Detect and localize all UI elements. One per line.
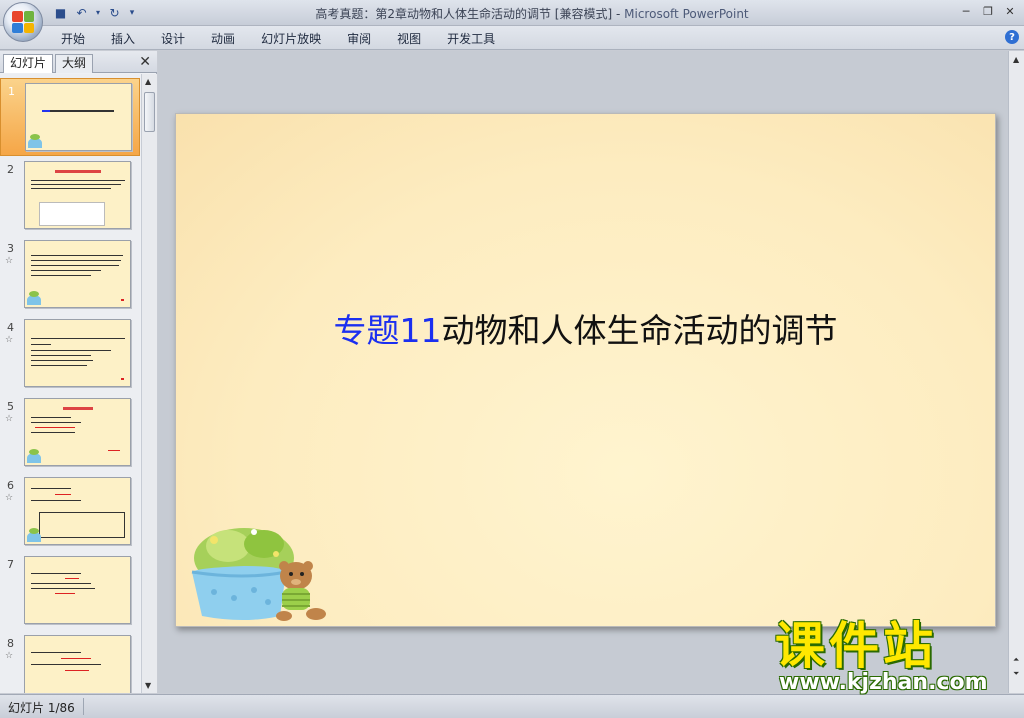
thumbnails-scrollbar[interactable]: ▲ ▼ [141,74,157,693]
slide-thumb-7[interactable]: 7 [0,552,140,630]
slide-number: 3 [7,242,14,255]
slide-number: 6 [7,479,14,492]
editor-scrollbar[interactable]: ▲ ⏶ ⏷ [1008,51,1024,693]
slides-pane: 幻灯片 大纲 ✕ 1 2 3 ☆ 4 ☆ 5 ☆ 6 ☆ 7 8 ☆ ▲ ▼ [0,51,157,693]
ribbon: 开始 插入 设计 动画 幻灯片放映 审阅 视图 开发工具 ? [0,26,1024,50]
watermark-logo-text: 课件站 [775,617,937,675]
tab-home[interactable]: 开始 [48,30,98,48]
slide-thumb-4[interactable]: 4 ☆ [0,315,140,393]
slide-thumb-image [24,319,131,387]
close-icon[interactable]: ✕ [1000,3,1020,19]
slide-thumb-6[interactable]: 6 ☆ [0,473,140,551]
animation-star-icon: ☆ [5,651,14,661]
slide-thumb-5[interactable]: 5 ☆ [0,394,140,472]
flowerpot-bear-illustration [191,528,326,621]
slide-thumb-image [25,83,132,151]
slide-number: 4 [7,321,14,334]
slide-thumb-image [24,635,131,693]
slide-thumb-1[interactable]: 1 [0,78,140,156]
title-bar: ■ ↶ ▾ ↻ ▾ 高考真题：第2章动物和人体生命活动的调节 [兼容模式] - … [0,0,1024,42]
tab-design[interactable]: 设计 [148,30,198,48]
office-logo-icon [12,11,34,33]
tab-review[interactable]: 审阅 [334,30,384,48]
title-separator: - [612,7,625,21]
minimize-icon[interactable]: ─ [956,3,976,19]
help-icon[interactable]: ? [1005,30,1019,44]
powerpoint-window: ■ ↶ ▾ ↻ ▾ 高考真题：第2章动物和人体生命活动的调节 [兼容模式] - … [0,0,1024,718]
next-slide-icon[interactable]: ⏷ [1013,669,1019,679]
pane-tabs: 幻灯片 大纲 ✕ [0,51,157,73]
slide-title-prefix: 专题11 [333,311,442,350]
scroll-down-icon[interactable]: ▼ [145,681,151,690]
slide-number: 8 [7,637,14,650]
slide-thumb-image [24,556,131,624]
close-pane-icon[interactable]: ✕ [139,54,151,70]
animation-star-icon: ☆ [5,335,14,345]
slide-counter: 幻灯片 1/86 [8,701,75,715]
slide-thumb-8[interactable]: 8 ☆ [0,631,140,693]
slide-number: 5 [7,400,14,413]
slide-title[interactable]: 专题11动物和人体生命活动的调节 [176,304,995,352]
restore-icon[interactable]: ❐ [978,3,998,19]
slide-number: 1 [8,85,15,98]
previous-slide-icon[interactable]: ⏶ [1013,655,1019,665]
current-slide[interactable]: 专题11动物和人体生命活动的调节 [175,113,996,627]
office-button[interactable] [3,2,43,42]
tab-slides[interactable]: 幻灯片 [3,54,54,73]
slide-title-text: 动物和人体生命活动的调节 [441,311,838,350]
slide-number: 7 [7,558,14,571]
slide-thumb-2[interactable]: 2 [0,157,140,235]
window-title: 高考真题：第2章动物和人体生命活动的调节 [兼容模式] - Microsoft … [0,5,1024,22]
document-title: 高考真题：第2章动物和人体生命活动的调节 [兼容模式] [315,7,613,21]
slide-thumb-image [24,161,131,229]
tab-animations[interactable]: 动画 [198,30,248,48]
watermark-url: www.kjzhan.com [779,670,988,695]
ribbon-tabs: 开始 插入 设计 动画 幻灯片放映 审阅 视图 开发工具 [48,30,508,48]
watermark: 课件站 www.kjzhan.com [773,618,1005,698]
tab-slideshow[interactable]: 幻灯片放映 [248,30,334,48]
animation-star-icon: ☆ [5,414,14,424]
app-name: Microsoft PowerPoint [624,7,749,21]
slide-thumb-image [24,477,131,545]
tab-view[interactable]: 视图 [384,30,434,48]
slide-number: 2 [7,163,14,176]
tab-outline[interactable]: 大纲 [55,54,94,73]
scrollbar-thumb[interactable] [144,92,155,132]
scroll-up-icon[interactable]: ▲ [1013,55,1019,64]
slide-thumbnails: 1 2 3 ☆ 4 ☆ 5 ☆ 6 ☆ 7 8 ☆ [0,74,140,693]
tab-developer[interactable]: 开发工具 [434,30,508,48]
status-divider [83,698,84,715]
scroll-up-icon[interactable]: ▲ [145,77,151,86]
animation-star-icon: ☆ [5,493,14,503]
animation-star-icon: ☆ [5,256,14,266]
slide-thumb-image [24,398,131,466]
tab-insert[interactable]: 插入 [98,30,148,48]
slide-thumb-3[interactable]: 3 ☆ [0,236,140,314]
slide-thumb-image [24,240,131,308]
window-controls: ─ ❐ ✕ [956,3,1020,19]
